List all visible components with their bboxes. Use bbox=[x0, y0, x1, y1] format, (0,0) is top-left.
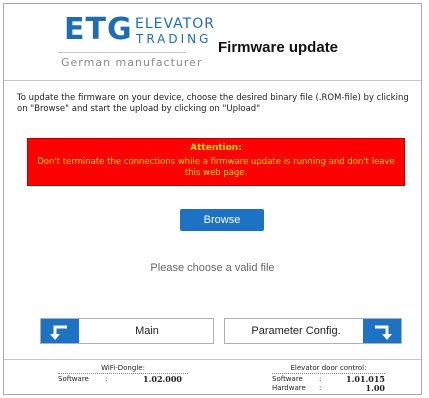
parameter-config-button[interactable]: Parameter Config. bbox=[224, 318, 402, 344]
attention-box: Attention: Don't terminate the connectio… bbox=[27, 138, 405, 186]
parameter-config-label: Parameter Config. bbox=[251, 325, 341, 337]
attention-text: Don't terminate the connections while a … bbox=[37, 157, 395, 178]
door-hardware-row: Hardware : 1.00 bbox=[272, 384, 385, 393]
wifi-software-colon: : bbox=[105, 375, 108, 383]
logo-trading-text: TRADING bbox=[136, 32, 212, 46]
firmware-update-page: ETG ELEVATOR TRADING German manufacturer… bbox=[3, 3, 422, 395]
main-button-label: Main bbox=[135, 325, 159, 337]
header-divider bbox=[4, 80, 421, 81]
wifi-software-row: Software : 1.02.000 bbox=[58, 375, 188, 384]
wifi-dongle-info: WiFi-Dongle: Software : 1.02.000 bbox=[58, 364, 188, 384]
page-title: Firmware update bbox=[218, 39, 339, 56]
version-footer: WiFi-Dongle: Software : 1.02.000 Elevato… bbox=[4, 359, 421, 394]
wifi-dongle-title: WiFi-Dongle: bbox=[58, 364, 188, 374]
footer-divider bbox=[4, 359, 421, 360]
logo-etg-text: ETG bbox=[64, 12, 133, 47]
logo-tagline: German manufacturer bbox=[61, 56, 203, 69]
door-software-colon: : bbox=[319, 375, 322, 383]
browse-button[interactable]: Browse bbox=[180, 209, 264, 231]
etg-logo: ETG ELEVATOR TRADING German manufacturer bbox=[56, 12, 214, 74]
wifi-software-version: 1.02.000 bbox=[143, 374, 182, 384]
logo-elevator-text: ELEVATOR bbox=[135, 16, 215, 32]
main-button[interactable]: Main bbox=[40, 318, 214, 344]
wifi-software-label: Software bbox=[58, 375, 89, 383]
return-arrow-icon bbox=[41, 319, 79, 343]
door-control-title: Elevator door control: bbox=[272, 364, 385, 374]
logo-divider bbox=[58, 52, 186, 53]
door-software-label: Software bbox=[272, 375, 303, 383]
forward-arrow-icon bbox=[363, 319, 401, 343]
status-message: Please choose a valid file bbox=[150, 262, 275, 274]
page-header: ETG ELEVATOR TRADING German manufacturer… bbox=[4, 4, 421, 81]
instructions-text: To update the firmware on your device, c… bbox=[17, 93, 409, 114]
door-hardware-label: Hardware bbox=[272, 384, 306, 392]
attention-title: Attention: bbox=[190, 143, 242, 153]
door-control-info: Elevator door control: Software : 1.01.0… bbox=[272, 364, 385, 393]
door-hardware-colon: : bbox=[319, 384, 322, 392]
door-hardware-version: 1.00 bbox=[365, 383, 385, 393]
